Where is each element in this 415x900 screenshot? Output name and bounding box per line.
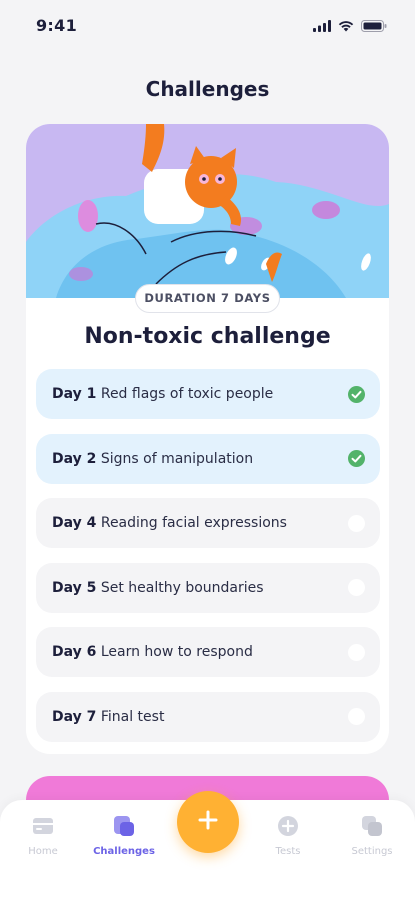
day-number: Day 4	[52, 515, 97, 531]
page-title: Challenges	[145, 77, 270, 101]
pending-circle-icon	[348, 514, 365, 532]
day-number: Day 7	[52, 708, 97, 725]
day-title: Signs of manipulation	[100, 450, 254, 467]
add-button[interactable]	[177, 791, 239, 853]
tab-label: Tests	[275, 846, 301, 857]
day-title: Reading facial expressions	[100, 515, 287, 531]
day-item-2[interactable]: Day 2 Signs of manipulation	[36, 433, 380, 484]
tab-settings[interactable]: Settings	[332, 814, 412, 857]
tab-label: Settings	[351, 846, 393, 857]
day-item-5[interactable]: Day 5 Set healthy boundaries	[36, 562, 380, 613]
challenge-card: DURATION 7 DAYS Non-toxic challenge Day …	[26, 124, 389, 754]
day-title: Final test	[100, 708, 165, 725]
completed-check-icon	[348, 385, 365, 403]
day-item-4[interactable]: Day 4 Reading facial expressions	[36, 498, 380, 548]
status-icons	[313, 17, 387, 36]
day-title: Learn how to respond	[100, 644, 253, 660]
day-number: Day 2	[52, 450, 97, 467]
day-number: Day 5	[52, 579, 97, 596]
home-icon	[31, 814, 55, 838]
tab-challenges[interactable]: Challenges	[84, 814, 164, 857]
pending-circle-icon	[348, 643, 365, 661]
pending-circle-icon	[348, 708, 365, 725]
tab-home[interactable]: Home	[3, 814, 83, 857]
day-title: Red flags of toxic people	[100, 386, 274, 402]
tab-label: Challenges	[93, 846, 155, 857]
plus-icon	[197, 809, 219, 835]
day-number: Day 6	[52, 644, 97, 660]
day-list: Day 1 Red flags of toxic people Day 2 Si…	[36, 369, 380, 754]
day-number: Day 1	[52, 386, 97, 402]
status-bar: 9:41	[0, 0, 415, 50]
day-item-6[interactable]: Day 6 Learn how to respond	[36, 627, 380, 677]
wifi-icon	[338, 17, 354, 36]
challenge-hero-illustration	[26, 124, 389, 298]
battery-icon	[361, 17, 387, 36]
duration-badge: DURATION 7 DAYS	[135, 284, 280, 313]
tab-label: Home	[28, 846, 58, 857]
challenge-title: Non-toxic challenge	[84, 324, 331, 349]
completed-check-icon	[348, 450, 365, 467]
tests-icon	[276, 814, 300, 838]
settings-icon	[360, 814, 384, 838]
day-item-7[interactable]: Day 7 Final test	[36, 691, 380, 742]
status-time: 9:41	[36, 16, 77, 35]
pending-circle-icon	[348, 579, 365, 596]
day-item-1[interactable]: Day 1 Red flags of toxic people	[36, 369, 380, 419]
day-title: Set healthy boundaries	[100, 579, 264, 596]
tab-tests[interactable]: Tests	[248, 814, 328, 857]
signal-icon	[313, 17, 331, 36]
challenges-icon	[112, 814, 136, 838]
